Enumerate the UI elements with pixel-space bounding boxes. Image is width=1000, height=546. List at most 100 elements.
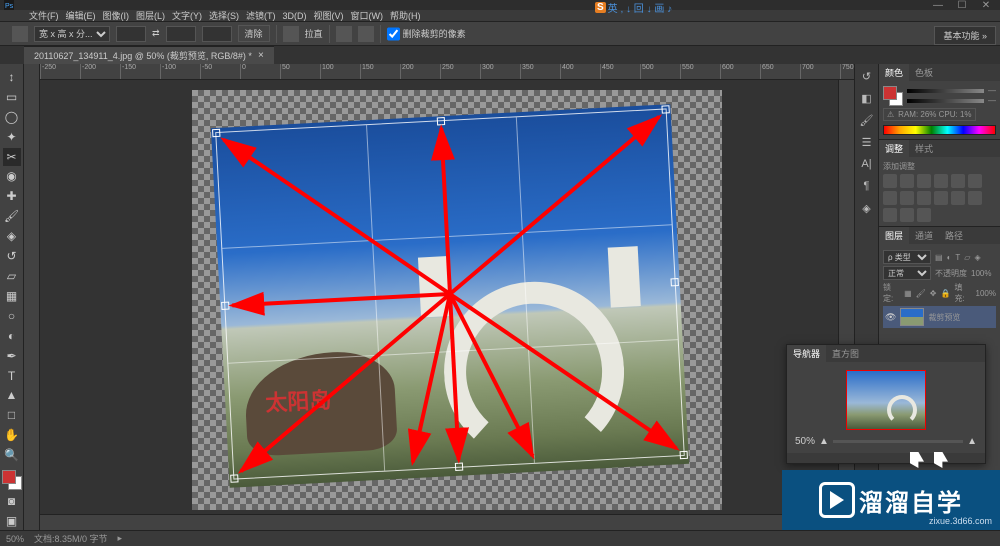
- crop-settings-icon[interactable]: [358, 26, 374, 42]
- adj-invert-icon[interactable]: [951, 191, 965, 205]
- lock-transparent-icon[interactable]: ▦: [904, 289, 912, 298]
- status-zoom[interactable]: 50%: [6, 534, 24, 544]
- color-ramp[interactable]: [883, 125, 996, 135]
- delete-cropped-checkbox[interactable]: 删除裁剪的像素: [387, 26, 466, 42]
- history-panel-icon[interactable]: ↺: [859, 68, 875, 84]
- nav-zoom-value[interactable]: 50%: [795, 436, 815, 447]
- fill-value[interactable]: 100%: [976, 289, 996, 298]
- crop-handle-b[interactable]: [455, 463, 463, 471]
- char-panel-icon[interactable]: A|: [859, 156, 875, 172]
- layer-row[interactable]: 👁 裁剪预览: [883, 306, 996, 328]
- adj-vibrance-icon[interactable]: [951, 174, 965, 188]
- menu-select[interactable]: 选择(S): [206, 9, 242, 22]
- hand-tool[interactable]: ✋: [3, 426, 21, 444]
- menu-filter[interactable]: 滤镜(T): [243, 9, 279, 22]
- marquee-tool[interactable]: ▭: [3, 88, 21, 106]
- crop-handle-tr[interactable]: [661, 105, 669, 113]
- horizontal-scrollbar[interactable]: [40, 514, 854, 530]
- tab-navigator[interactable]: 导航器: [787, 345, 826, 362]
- close-button[interactable]: ✕: [976, 0, 996, 10]
- document-tab[interactable]: 20110627_134911_4.jpg @ 50% (裁剪预览, RGB/8…: [24, 46, 274, 64]
- tab-swatches[interactable]: 色板: [909, 64, 939, 81]
- status-doc[interactable]: 文档:8.35M/0 字节: [34, 532, 108, 545]
- menu-help[interactable]: 帮助(H): [387, 9, 424, 22]
- adj-selective-icon[interactable]: [917, 208, 931, 222]
- tab-channels[interactable]: 通道: [909, 227, 939, 244]
- menu-3d[interactable]: 3D(D): [280, 11, 310, 21]
- quick-mask-tool[interactable]: ◙: [3, 492, 21, 510]
- crop-handle-t[interactable]: [437, 117, 445, 125]
- healing-brush-tool[interactable]: ✚: [3, 187, 21, 205]
- tab-color[interactable]: 颜色: [879, 64, 909, 81]
- tab-histogram[interactable]: 直方图: [826, 345, 865, 362]
- minimize-button[interactable]: —: [928, 0, 948, 10]
- adj-levels-icon[interactable]: [900, 174, 914, 188]
- maximize-button[interactable]: ☐: [952, 0, 972, 10]
- crop-res-input[interactable]: [202, 26, 232, 42]
- lasso-tool[interactable]: ◯: [3, 108, 21, 126]
- color-slider[interactable]: [907, 99, 984, 103]
- paragraph-panel-icon[interactable]: ¶: [859, 178, 875, 194]
- crop-handle-bl[interactable]: [230, 474, 238, 482]
- menu-layer[interactable]: 图层(L): [133, 9, 168, 22]
- shape-tool[interactable]: □: [3, 406, 21, 424]
- tab-styles[interactable]: 样式: [909, 140, 939, 157]
- lock-pixels-icon[interactable]: 🖌: [916, 289, 926, 298]
- pen-tool[interactable]: ✒: [3, 347, 21, 365]
- color-slider[interactable]: [907, 89, 984, 93]
- magic-wand-tool[interactable]: ✦: [3, 128, 21, 146]
- adj-photo-filter-icon[interactable]: [900, 191, 914, 205]
- navigator-preview[interactable]: [846, 370, 926, 430]
- straighten-icon[interactable]: [283, 26, 299, 42]
- crop-box[interactable]: [215, 108, 685, 479]
- brush-panel-icon[interactable]: 🖌: [859, 112, 875, 128]
- crop-handle-tl[interactable]: [212, 129, 220, 137]
- brush-tool[interactable]: 🖌: [3, 207, 21, 225]
- menu-view[interactable]: 视图(V): [311, 9, 347, 22]
- crop-width-input[interactable]: [116, 26, 146, 42]
- crop-handle-l[interactable]: [221, 302, 229, 310]
- tab-paths[interactable]: 路径: [939, 227, 969, 244]
- canvas-viewport[interactable]: 太阳岛: [40, 80, 838, 514]
- crop-height-input[interactable]: [166, 26, 196, 42]
- clear-button[interactable]: 清除: [238, 25, 270, 42]
- blend-mode-select[interactable]: 正常: [883, 266, 931, 280]
- layer-visibility-icon[interactable]: 👁: [885, 312, 896, 323]
- lock-position-icon[interactable]: ✥: [930, 289, 937, 298]
- eyedropper-tool[interactable]: ◉: [3, 168, 21, 186]
- history-brush-tool[interactable]: ↺: [3, 247, 21, 265]
- crop-handle-r[interactable]: [670, 278, 678, 286]
- adj-threshold-icon[interactable]: [883, 208, 897, 222]
- zoom-tool[interactable]: 🔍: [3, 446, 21, 464]
- adj-brightness-icon[interactable]: [883, 174, 897, 188]
- swap-icon[interactable]: ⇄: [152, 28, 160, 39]
- tab-adjust[interactable]: 调整: [879, 140, 909, 157]
- color-swatch[interactable]: [2, 470, 22, 490]
- screen-mode-tool[interactable]: ▣: [3, 512, 21, 530]
- adj-lookup-icon[interactable]: [934, 191, 948, 205]
- filter-smart-icon[interactable]: ◈: [974, 253, 980, 262]
- tab-layers[interactable]: 图层: [879, 227, 909, 244]
- gradient-tool[interactable]: ▦: [3, 287, 21, 305]
- properties-panel-icon[interactable]: ◧: [859, 90, 875, 106]
- menu-window[interactable]: 窗口(W): [348, 9, 387, 22]
- nav-zoom-out-icon[interactable]: ▲: [819, 436, 829, 447]
- type-tool[interactable]: T: [3, 367, 21, 385]
- menu-file[interactable]: 文件(F): [26, 9, 62, 22]
- layer-name[interactable]: 裁剪预览: [928, 312, 960, 323]
- blur-tool[interactable]: ○: [3, 307, 21, 325]
- filter-adj-icon[interactable]: ◐: [947, 253, 952, 262]
- nav-zoom-in-icon[interactable]: ▲: [967, 436, 977, 447]
- opacity-value[interactable]: 100%: [971, 269, 991, 278]
- stamp-tool[interactable]: ◈: [3, 227, 21, 245]
- path-select-tool[interactable]: ▲: [3, 387, 21, 405]
- panel-color-swatch[interactable]: [883, 86, 903, 106]
- overlay-options-icon[interactable]: [336, 26, 352, 42]
- filter-text-icon[interactable]: T: [955, 253, 960, 262]
- crop-tool[interactable]: ✂: [3, 148, 21, 166]
- navigator-panel[interactable]: 导航器直方图 50% ▲ ▲: [786, 344, 986, 464]
- menu-image[interactable]: 图像(I): [100, 9, 133, 22]
- menu-type[interactable]: 文字(Y): [169, 9, 205, 22]
- move-tool[interactable]: ↕: [3, 68, 21, 86]
- 3d-panel-icon[interactable]: ◈: [859, 200, 875, 216]
